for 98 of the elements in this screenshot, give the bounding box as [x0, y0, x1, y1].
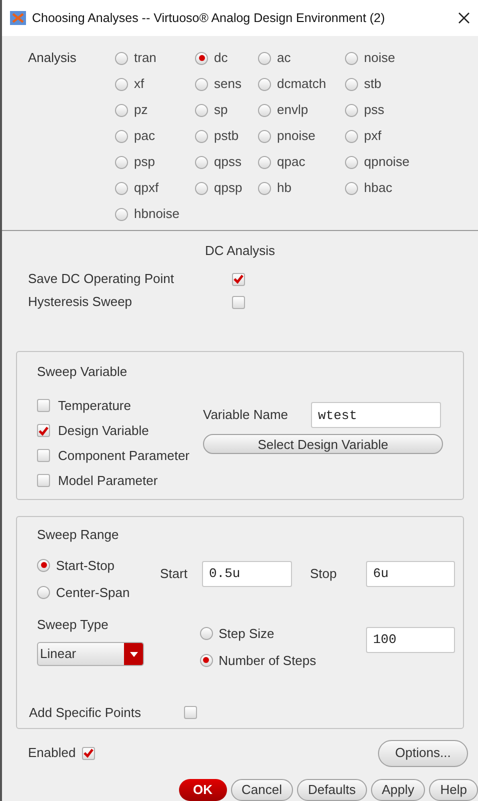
radio-label: pz	[134, 101, 148, 120]
field-label: Variable Name	[203, 406, 290, 424]
variable-name-field[interactable]: wtest	[311, 402, 441, 428]
radio-label: qpsp	[214, 179, 242, 198]
radio-label: envlp	[277, 101, 308, 120]
radio-label: pac	[134, 127, 155, 146]
checkbox[interactable]	[184, 706, 197, 720]
radio-label: sens	[214, 75, 242, 94]
checkbox-label: Temperature	[58, 396, 131, 415]
radio-label: hbnoise	[134, 205, 180, 224]
checkbox-label: Component Parameter	[58, 446, 190, 465]
radio-button[interactable]	[258, 130, 271, 142]
radio-label: Step Size	[218, 624, 274, 643]
radio-button[interactable]	[345, 182, 358, 194]
steps-field[interactable]: 100	[366, 626, 455, 653]
checkbox[interactable]	[37, 424, 50, 437]
stop-field[interactable]: 6u	[366, 560, 455, 587]
checkbox[interactable]	[37, 474, 50, 487]
radio-button[interactable]	[115, 52, 128, 64]
radio-button[interactable]	[345, 52, 358, 64]
radio-button[interactable]	[345, 130, 358, 142]
radio-label: stb	[364, 75, 382, 94]
radio-button[interactable]	[200, 626, 213, 640]
radio-label: hb	[277, 179, 292, 198]
radio-button[interactable]	[258, 104, 271, 116]
checkbox-label: Save DC Operating Point	[28, 270, 175, 288]
dialog-button[interactable]: Cancel	[230, 779, 294, 801]
radio-button[interactable]	[115, 182, 128, 194]
checkbox[interactable]	[82, 746, 95, 760]
radio-button[interactable]	[195, 156, 208, 168]
app-icon	[10, 11, 26, 25]
analysis-label: Analysis	[28, 49, 78, 67]
close-icon[interactable]	[458, 12, 470, 24]
radio-label: Start-Stop	[56, 556, 115, 575]
group-heading: Sweep Variable	[37, 362, 128, 381]
radio-button[interactable]	[195, 52, 208, 64]
radio-label: pxf	[364, 127, 382, 146]
radio-label: pss	[364, 101, 384, 120]
radio-button[interactable]	[195, 182, 208, 194]
radio-label: Center-Span	[56, 584, 130, 602]
radio-label: qpnoise	[364, 153, 410, 172]
radio-button[interactable]	[195, 104, 208, 116]
dialog-button[interactable]: OK	[179, 779, 227, 801]
radio-button[interactable]	[258, 52, 271, 64]
radio-label: hbac	[364, 179, 392, 198]
field-label: Stop	[310, 565, 338, 584]
radio-button[interactable]	[258, 78, 271, 90]
radio-button[interactable]	[37, 586, 50, 599]
dialog-button[interactable]: Apply	[370, 779, 426, 801]
radio-label: pnoise	[277, 127, 316, 146]
radio-button[interactable]	[345, 156, 358, 168]
window-title: Choosing Analyses -- Virtuoso® Analog Design Environment (2)	[32, 10, 385, 27]
radio-button[interactable]	[195, 130, 208, 142]
checkbox[interactable]	[37, 399, 50, 412]
field-label: Start	[160, 565, 188, 584]
checkbox[interactable]	[37, 449, 50, 462]
radio-label: sp	[214, 101, 228, 120]
radio-button[interactable]	[258, 156, 271, 168]
caret-icon	[130, 652, 138, 657]
radio-button[interactable]	[115, 208, 128, 220]
section-heading: DC Analysis	[204, 242, 276, 260]
radio-label: qpxf	[134, 179, 159, 198]
checkbox-label: Add Specific Points	[29, 704, 142, 722]
options-button[interactable]: Options...	[378, 740, 468, 767]
checkbox[interactable]	[232, 296, 245, 308]
radio-label: tran	[134, 49, 156, 68]
radio-button[interactable]	[115, 104, 128, 116]
dialog-button[interactable]: Defaults	[297, 779, 367, 801]
checkbox-label: Hysteresis Sweep	[28, 293, 134, 312]
radio-button[interactable]	[37, 558, 50, 572]
radio-button[interactable]	[345, 104, 358, 116]
group-heading: Sweep Range	[37, 526, 120, 544]
checkbox-label: Design Variable	[58, 422, 149, 440]
sweep-type-dropdown[interactable]: Linear	[37, 642, 144, 666]
start-field[interactable]: 0.5u	[202, 560, 292, 587]
radio-button[interactable]	[115, 156, 128, 168]
radio-label: qpss	[214, 153, 242, 172]
radio-label: dcmatch	[277, 75, 326, 94]
radio-label: dc	[214, 49, 228, 68]
radio-label: psp	[134, 153, 155, 172]
radio-button[interactable]	[258, 182, 271, 194]
radio-label: Number of Steps	[218, 652, 316, 670]
radio-button[interactable]	[200, 654, 213, 667]
radio-label: ac	[277, 49, 291, 68]
field-label: Sweep Type	[37, 616, 110, 634]
radio-button[interactable]	[345, 78, 358, 90]
radio-button[interactable]	[115, 78, 128, 90]
radio-label: noise	[364, 49, 396, 68]
radio-label: xf	[134, 75, 144, 94]
radio-label: pstb	[214, 127, 239, 146]
radio-button[interactable]	[195, 78, 208, 90]
select-design-variable-button[interactable]: Select Design Variable	[203, 434, 443, 454]
checkbox[interactable]	[232, 272, 245, 286]
checkbox-label: Enabled	[28, 744, 77, 762]
checkbox-label: Model Parameter	[58, 472, 158, 490]
radio-label: qpac	[277, 153, 306, 172]
dialog-button[interactable]: Help	[429, 779, 478, 801]
radio-button[interactable]	[115, 130, 128, 142]
